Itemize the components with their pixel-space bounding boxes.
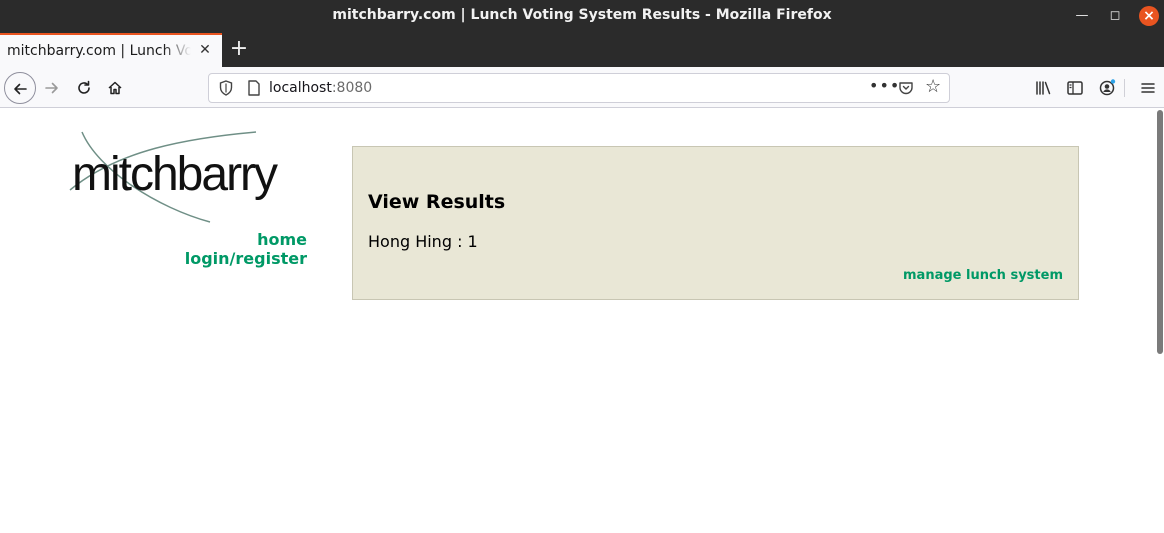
manage-lunch-system-link[interactable]: manage lunch system: [903, 268, 1063, 283]
home-button[interactable]: [101, 73, 129, 101]
maximize-button[interactable]: ◻: [1105, 6, 1125, 26]
page-viewport: mitchbarry home login/register View Resu…: [0, 108, 1164, 533]
page-scrollbar[interactable]: [1156, 108, 1164, 533]
bookmark-star-icon[interactable]: ☆: [925, 76, 941, 97]
site-nav: home login/register: [150, 230, 307, 268]
tab-strip: mitchbarry.com | Lunch Voting System Res…: [0, 33, 1164, 67]
arrow-right-icon: [45, 82, 58, 93]
scrollbar-thumb[interactable]: [1157, 110, 1163, 354]
site-logo[interactable]: mitchbarry: [68, 130, 304, 224]
tab-active[interactable]: mitchbarry.com | Lunch Voting System Res…: [0, 33, 222, 67]
library-icon[interactable]: [1033, 78, 1053, 98]
account-icon[interactable]: [1097, 78, 1117, 98]
minimize-button[interactable]: —: [1072, 6, 1092, 26]
tab-close-icon[interactable]: ✕: [196, 41, 214, 59]
url-text[interactable]: localhost:8080: [269, 80, 372, 96]
tab-title: mitchbarry.com | Lunch Voting System Res…: [7, 43, 191, 59]
window-titlebar: mitchbarry.com | Lunch Voting System Res…: [0, 0, 1164, 33]
url-bar[interactable]: localhost:8080 ••• ☆: [208, 73, 950, 103]
forward-button[interactable]: [38, 73, 66, 101]
sidebar-icon[interactable]: [1065, 78, 1085, 98]
page-info-icon[interactable]: [245, 79, 263, 97]
logo-text: mitchbarry: [72, 148, 278, 201]
home-icon: [108, 81, 122, 94]
url-host: localhost: [269, 80, 332, 96]
page-actions-icon[interactable]: •••: [869, 76, 900, 95]
reload-icon: [78, 80, 90, 94]
toolbar-separator: [1124, 79, 1125, 97]
results-heading: View Results: [368, 191, 506, 213]
arrow-left-icon: [14, 83, 27, 94]
navigation-toolbar: localhost:8080 ••• ☆: [0, 67, 1164, 108]
url-port: :8080: [331, 80, 373, 96]
results-panel: View Results Hong Hing : 1 manage lunch …: [352, 146, 1079, 300]
shield-icon[interactable]: [217, 79, 235, 97]
nav-link-login-register[interactable]: login/register: [150, 249, 307, 268]
new-tab-button[interactable]: +: [228, 37, 250, 61]
close-window-button[interactable]: ×: [1139, 6, 1159, 26]
hamburger-menu-icon[interactable]: [1138, 78, 1158, 98]
back-button[interactable]: [4, 72, 36, 104]
result-entry: Hong Hing : 1: [368, 232, 478, 251]
pocket-icon[interactable]: [897, 79, 915, 97]
reload-button[interactable]: [70, 73, 98, 101]
nav-link-home[interactable]: home: [150, 230, 307, 249]
window-title: mitchbarry.com | Lunch Voting System Res…: [332, 7, 832, 23]
